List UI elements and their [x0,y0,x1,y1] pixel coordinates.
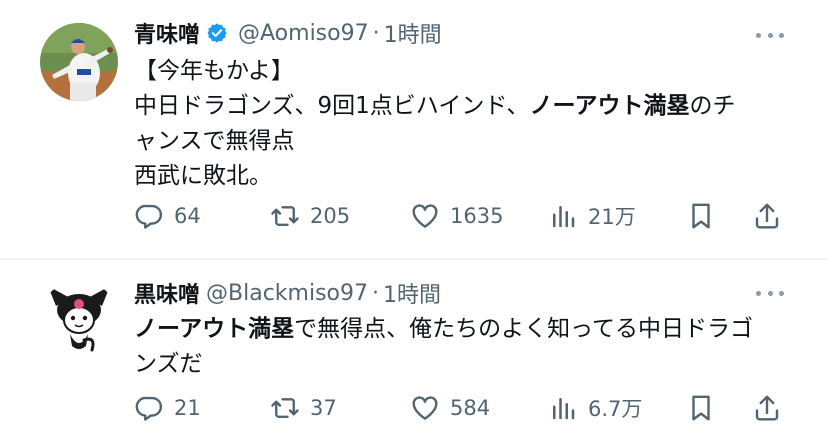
reply-icon [135,204,163,229]
action-bar: 21 37 584 6.7万 [134,391,794,425]
display-name[interactable]: 青味噌 [134,17,200,49]
like-count: 1635 [450,204,504,228]
tweet-text-bold: ノーアウト満塁 [529,93,690,119]
avatar-image [40,23,118,101]
bookmark-button[interactable] [686,391,716,425]
more-dots-icon[interactable] [756,30,784,40]
share-button[interactable] [752,391,782,425]
tweet-text-line: ンズだ [134,347,814,382]
avatar[interactable] [40,23,118,101]
like-button[interactable]: 584 [410,391,490,425]
views-button[interactable]: 21万 [548,199,636,233]
timestamp[interactable]: 1時間 [384,17,442,49]
tweet-text: 【今年もかよ】中日ドラゴンズ、9回1点ビハインド、ノーアウト満塁のチャンスで無得… [134,54,814,194]
tweet-text-bold: ノーアウト満塁 [134,316,295,342]
tweet-text-segment: 西武に敗北。 [134,163,272,189]
tweet-header: 青味噌 @Aomiso97 · 1時間 [134,17,442,49]
retweet-button[interactable]: 205 [270,199,350,233]
share-button[interactable] [752,199,782,233]
tweet-text-segment: 【今年もかよ】 [134,58,294,84]
reply-count: 21 [174,396,201,420]
separator: · [372,20,380,46]
retweet-icon [271,206,299,226]
bookmark-button[interactable] [686,199,716,233]
tweet-text-line: 【今年もかよ】 [134,54,814,89]
tweet-text-segment: 中日ドラゴンズ、9回1点ビハインド、 [134,93,530,119]
timestamp[interactable]: 1時間 [383,277,441,309]
views-icon [553,206,575,228]
avatar-image [40,280,118,358]
reply-icon [135,396,163,421]
heart-icon [412,396,438,420]
reply-count: 64 [174,204,201,228]
tweet-text-segment: ャンスで無得点 [134,128,295,154]
views-icon [553,398,575,420]
avatar[interactable] [40,280,118,358]
tweet-text-line: 西武に敗北。 [134,159,814,194]
views-count: 21万 [588,205,636,229]
tweet[interactable]: 青味噌 @Aomiso97 · 1時間 【今年もかよ】中日ドラゴンズ、9回1点ビ… [0,0,828,258]
reply-button[interactable]: 64 [134,199,201,233]
divider [0,258,828,260]
share-icon [755,203,779,229]
tweet-text: ノーアウト満塁で無得点、俺たちのよく知ってる中日ドラゴンズだ [134,312,814,382]
display-name[interactable]: 黒味噌 [134,277,200,309]
tweet-text-line: ノーアウト満塁で無得点、俺たちのよく知ってる中日ドラゴ [134,312,814,347]
retweet-icon [271,398,299,418]
tweet-text-segment: ンズだ [134,351,203,377]
heart-icon [412,204,438,228]
tweet-text-segment: で無得点、俺たちのよく知ってる中日ドラゴ [294,316,753,342]
views-count: 6.7万 [588,397,643,421]
tweet-text-line: 中日ドラゴンズ、9回1点ビハインド、ノーアウト満塁のチ [134,89,814,124]
handle[interactable]: @Blackmiso97 [206,281,368,306]
action-bar: 64 205 1635 21万 [134,199,794,233]
handle[interactable]: @Aomiso97 [238,21,369,46]
separator: · [372,280,379,306]
tweet-text-segment: のチ [689,93,736,119]
retweet-button[interactable]: 37 [270,391,337,425]
views-button[interactable]: 6.7万 [548,391,642,425]
more-dots-icon[interactable] [756,288,784,298]
tweet-text-line: ャンスで無得点 [134,124,814,159]
bookmark-icon [692,203,710,229]
tweet-header: 黒味噌 @Blackmiso97 · 1時間 [134,277,441,309]
like-count: 584 [450,396,491,420]
reply-button[interactable]: 21 [134,391,201,425]
verified-badge-icon [207,23,227,43]
share-icon [755,395,779,421]
retweet-count: 37 [310,396,337,420]
bookmark-icon [692,395,710,421]
retweet-count: 205 [310,204,351,228]
like-button[interactable]: 1635 [410,199,503,233]
